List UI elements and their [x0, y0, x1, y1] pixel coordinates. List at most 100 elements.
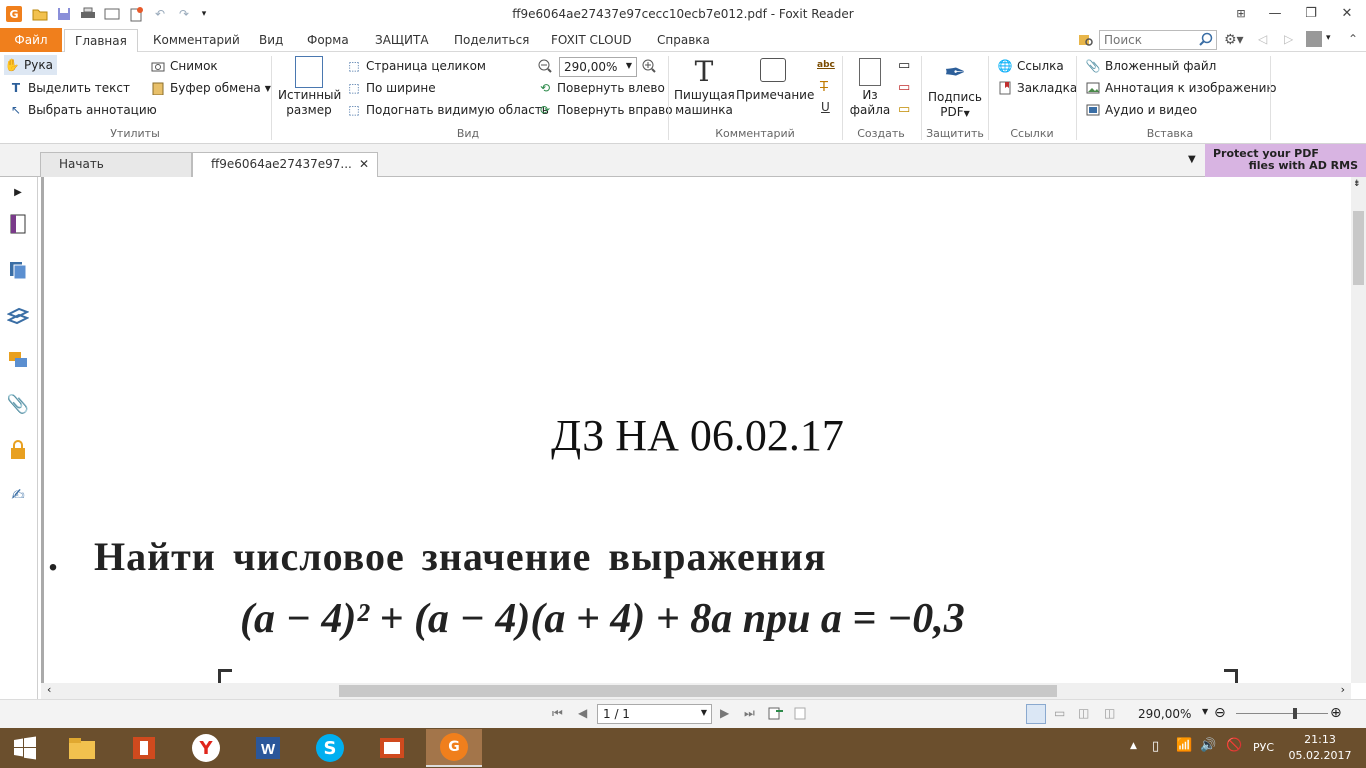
last-page-icon[interactable]: ⏭ — [744, 706, 755, 721]
presentation-icon[interactable] — [364, 729, 420, 767]
zoom-in-button[interactable] — [641, 56, 657, 76]
tab-share[interactable]: Поделиться — [444, 28, 539, 52]
search-input[interactable] — [1100, 31, 1196, 49]
rotate-right-button[interactable]: ⟳ Повернуть вправо — [537, 100, 673, 120]
zoom-slider[interactable] — [1236, 713, 1328, 714]
page-number-select[interactable]: 1 / 1 ▼ — [597, 704, 712, 724]
horizontal-scrollbar[interactable]: ‹ › — [41, 683, 1351, 699]
clock-date[interactable]: 05.02.2017 — [1288, 749, 1352, 762]
continuous-facing-view-icon[interactable]: ◫ — [1104, 706, 1115, 720]
previous-page-icon[interactable]: ◀ — [578, 706, 587, 720]
create-blank-icon[interactable]: ▭ — [898, 58, 910, 73]
image-annotation-button[interactable]: Аннотация к изображению — [1085, 78, 1276, 98]
tab-foxit-cloud[interactable]: FOXIT CLOUD — [541, 28, 642, 52]
create-from-scanner-icon[interactable]: ▭ — [898, 80, 910, 95]
search-options-icon[interactable] — [1078, 32, 1094, 48]
tab-start[interactable]: Начать — [40, 152, 192, 177]
notification-icon[interactable]: 🚫 — [1226, 738, 1242, 753]
single-page-view-icon[interactable] — [1026, 704, 1046, 724]
scroll-right-icon[interactable]: › — [1341, 683, 1345, 696]
tab-list-dropdown-icon[interactable]: ▼ — [1188, 154, 1196, 165]
close-tab-icon[interactable]: ✕ — [359, 153, 369, 176]
horizontal-scroll-thumb[interactable] — [339, 685, 1057, 697]
language-indicator[interactable]: РУС — [1253, 741, 1274, 754]
attached-file-button[interactable]: 📎 Вложенный файл — [1085, 56, 1217, 76]
office-icon[interactable] — [116, 729, 172, 767]
search-box[interactable] — [1099, 30, 1217, 50]
fit-page-button[interactable]: ⬚ Страница целиком — [346, 56, 486, 76]
fit-width-button[interactable]: ⬚ По ширине — [346, 78, 435, 98]
tab-help[interactable]: Справка — [647, 28, 720, 52]
hand-tool-button[interactable]: ✋ Рука — [4, 55, 57, 75]
sign-pdf-button[interactable]: ✒ Подпись PDF▼ — [926, 56, 984, 121]
clipboard-button[interactable]: Буфер обмена ▼ — [150, 78, 271, 98]
previous-view-icon[interactable] — [768, 705, 784, 724]
promo-banner[interactable]: Protect your PDF files with AD RMS — [1205, 144, 1366, 177]
facing-view-icon[interactable]: ◫ — [1078, 706, 1089, 720]
strikeout-icon[interactable]: T — [820, 80, 828, 95]
scroll-left-icon[interactable]: ‹ — [47, 683, 51, 696]
pages-icon[interactable] — [7, 259, 29, 281]
clock-time[interactable]: 21:13 — [1290, 733, 1350, 746]
comments-icon[interactable] — [7, 349, 29, 371]
ribbon-options-icon[interactable]: ⊞ — [1226, 2, 1256, 24]
zoom-dropdown-icon[interactable]: ▼ — [1202, 707, 1208, 716]
word-icon[interactable]: W — [240, 729, 296, 767]
vertical-scrollbar[interactable]: ⇟ — [1351, 177, 1366, 683]
continuous-view-icon[interactable]: ▭ — [1054, 706, 1065, 720]
from-file-button[interactable]: Из файла — [848, 56, 892, 118]
tab-file[interactable]: Файл — [0, 28, 62, 52]
show-hidden-icons[interactable]: ▲ — [1130, 741, 1137, 751]
tab-document[interactable]: ff9e6064ae27437e97... ✕ — [192, 152, 378, 177]
zoom-out-button[interactable] — [537, 56, 553, 76]
page-thumbnail-icon[interactable] — [7, 213, 29, 235]
collapse-ribbon-icon[interactable]: ⌃ — [1348, 32, 1358, 46]
yandex-browser-icon[interactable]: Y — [178, 729, 234, 767]
settings-gear-icon[interactable]: ⚙▾ — [1224, 32, 1244, 48]
close-button[interactable]: ✕ — [1332, 2, 1362, 24]
attachments-icon[interactable]: 📎 — [7, 393, 29, 415]
zoom-out-status-icon[interactable]: ⊖ — [1214, 705, 1226, 721]
first-page-icon[interactable]: ⏮ — [552, 706, 563, 721]
foxit-reader-taskbar-icon[interactable]: G — [426, 729, 482, 767]
split-icon[interactable]: ⇟ — [1353, 179, 1361, 189]
bookmark-button[interactable]: Закладка — [997, 78, 1077, 98]
rotate-left-button[interactable]: ⟲ Повернуть влево — [537, 78, 665, 98]
select-annotation-button[interactable]: ↖ Выбрать аннотацию — [8, 100, 157, 120]
zoom-in-status-icon[interactable]: ⊕ — [1330, 705, 1342, 721]
next-view-icon[interactable] — [794, 705, 810, 724]
underline-icon[interactable]: U — [821, 100, 830, 114]
previous-icon[interactable]: ◁ — [1258, 32, 1267, 46]
tab-comment[interactable]: Комментарий — [143, 28, 250, 52]
vertical-scroll-thumb[interactable] — [1353, 211, 1364, 285]
restore-button[interactable]: ❐ — [1296, 2, 1326, 24]
actual-size-button[interactable]: Истинный размер — [278, 56, 341, 118]
expand-panel-icon[interactable]: ▶ — [7, 181, 29, 203]
create-from-clipboard-icon[interactable]: ▭ — [898, 102, 910, 117]
minimize-button[interactable]: — — [1260, 2, 1290, 24]
network-icon[interactable]: 📶 — [1176, 738, 1192, 753]
highlight-button[interactable]: abc — [817, 60, 835, 70]
tab-protect[interactable]: ЗАЩИТА — [365, 28, 439, 52]
battery-icon[interactable]: ▯ — [1152, 739, 1159, 754]
zoom-level[interactable]: 290,00% — [1138, 707, 1191, 721]
search-icon[interactable] — [1199, 32, 1213, 49]
skype-icon[interactable]: S — [302, 729, 358, 767]
next-page-icon[interactable]: ▶ — [720, 706, 729, 720]
snapshot-button[interactable]: Снимок — [150, 56, 218, 76]
tab-view[interactable]: Вид — [249, 28, 293, 52]
tab-home[interactable]: Главная — [64, 29, 138, 53]
signatures-icon[interactable]: ✍ — [7, 483, 29, 505]
note-button[interactable]: Примечание — [736, 56, 814, 103]
audio-video-button[interactable]: Аудио и видео — [1085, 100, 1197, 120]
tab-form[interactable]: Форма — [297, 28, 359, 52]
typewriter-button[interactable]: T Пишущая машинка — [674, 56, 735, 118]
select-text-button[interactable]: T Выделить текст — [8, 78, 130, 98]
user-dropdown-icon[interactable]: ▾ — [1326, 33, 1331, 43]
zoom-slider-thumb[interactable] — [1293, 708, 1297, 719]
start-button[interactable] — [0, 729, 50, 767]
zoom-select[interactable]: 290,00% ▼ — [559, 57, 637, 77]
next-icon[interactable]: ▷ — [1284, 32, 1293, 46]
volume-icon[interactable]: 🔊 — [1200, 738, 1216, 753]
user-avatar-icon[interactable] — [1306, 31, 1322, 47]
